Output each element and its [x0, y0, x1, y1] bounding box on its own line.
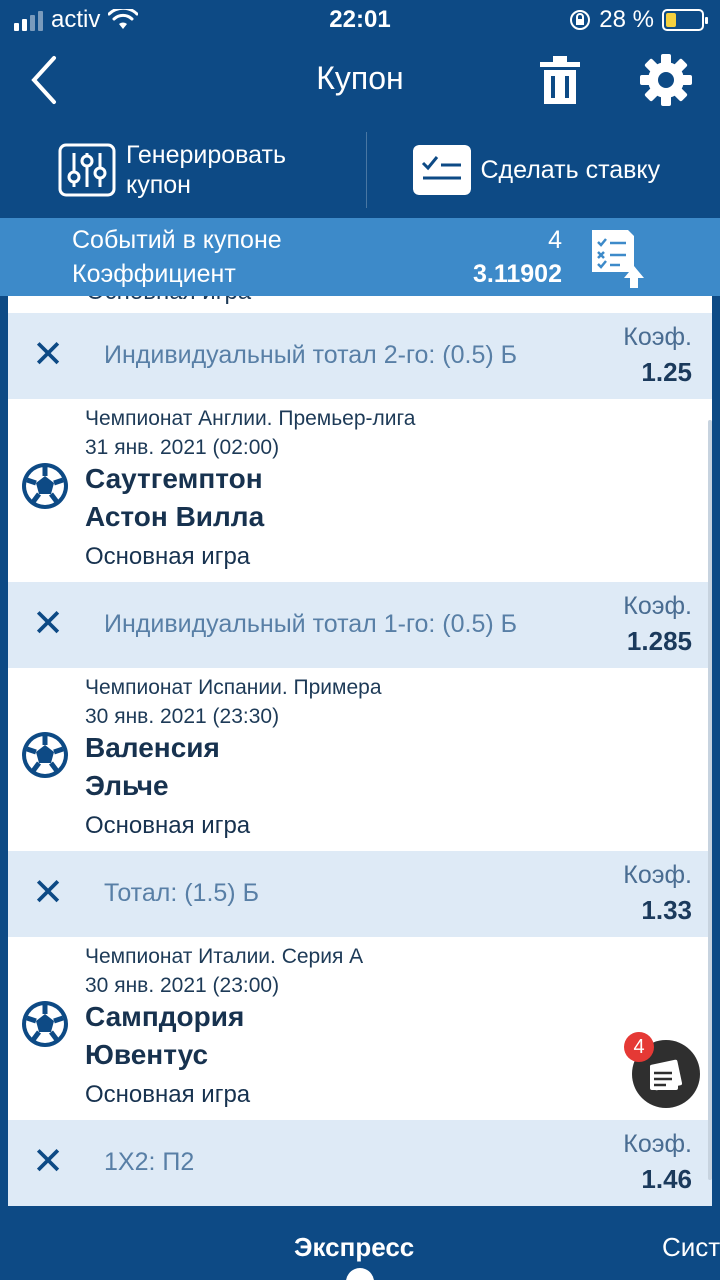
make-bet-button[interactable]: Сделать ставку: [365, 132, 720, 208]
bet-row: ✕ 1X2: П2 Коэф. 1.46: [8, 1120, 712, 1206]
match-row[interactable]: Чемпионат Италии. Серия А 30 янв. 2021 (…: [8, 937, 712, 1119]
bet-market: Тотал: (1.5) Б: [104, 879, 259, 907]
bet-row: ✕ Индивидуальный тотал 1-го: (0.5) Б Коэ…: [8, 582, 712, 668]
match-game-type: Основная игра: [85, 812, 251, 839]
coef-row: Коэффициент 3.11902: [72, 260, 562, 289]
match-game-type: Основная игра: [86, 296, 251, 306]
match-league: Чемпионат Испании. Примера: [85, 676, 382, 699]
bet-coef: 1.33: [641, 895, 692, 925]
bet-slip-icon: [412, 145, 471, 195]
match-game-type: Основная игра: [85, 543, 251, 570]
bet-coef-label: Коэф.: [623, 1130, 692, 1158]
events-count: 4: [548, 226, 562, 254]
bet-market: Индивидуальный тотал 2-го: (0.5) Б: [104, 341, 518, 369]
remove-bet-icon[interactable]: ✕: [30, 873, 66, 913]
make-bet-label: Сделать ставку: [480, 156, 661, 184]
match-game-type: Основная игра: [85, 1081, 251, 1108]
header: Купон: [0, 40, 720, 122]
tab-express[interactable]: Экспресс: [294, 1232, 414, 1263]
match-team-away: Ювентус: [85, 1039, 209, 1070]
match-date: 31 янв. 2021 (02:00): [85, 436, 280, 459]
coupon-list: Основная игра ✕ Индивидуальный тотал 2-г…: [8, 296, 712, 1206]
bet-coef-label: Коэф.: [623, 861, 692, 889]
bet-market: 1X2: П2: [104, 1148, 195, 1176]
bet-coef: 1.25: [641, 357, 692, 387]
remove-bet-icon[interactable]: ✕: [30, 604, 66, 644]
match-league: Чемпионат Англии. Премьер-лига: [85, 407, 416, 430]
match-team-home: Сампдория: [85, 1001, 245, 1032]
battery-percent: 28 %: [599, 6, 654, 33]
remove-bet-icon[interactable]: ✕: [30, 1142, 66, 1182]
generate-coupon-button[interactable]: Генерировать купон: [0, 122, 366, 218]
sliders-icon: [58, 143, 116, 197]
match-row[interactable]: Чемпионат Испании. Примера 30 янв. 2021 …: [8, 668, 712, 850]
status-bar: activ 22:01 28 %: [0, 0, 720, 40]
remove-bet-icon[interactable]: ✕: [30, 335, 66, 375]
match-team-away: Эльче: [85, 770, 169, 801]
coef-label: Коэффициент: [72, 260, 236, 288]
coupon-summary: Событий в купоне 4 Коэффициент 3.11902: [0, 218, 720, 296]
trash-icon[interactable]: [536, 54, 584, 106]
battery-icon: [662, 9, 708, 31]
tab-system[interactable]: Сист: [662, 1232, 720, 1263]
soccer-ball-icon: [22, 463, 68, 509]
events-label: Событий в купоне: [72, 226, 282, 254]
bet-coef: 1.285: [626, 626, 692, 656]
match-date: 30 янв. 2021 (23:30): [85, 705, 280, 728]
bet-coef: 1.46: [641, 1164, 692, 1194]
bet-coef-label: Коэф.: [623, 592, 692, 620]
total-coef: 3.11902: [473, 260, 562, 288]
orientation-lock-icon: [570, 10, 591, 30]
coupon-count-badge: 4: [624, 1032, 654, 1062]
active-tab-indicator: [346, 1268, 374, 1280]
floating-coupon-button[interactable]: 4: [624, 1032, 700, 1108]
match-date: 30 янв. 2021 (23:00): [85, 974, 280, 997]
gear-icon[interactable]: [640, 54, 692, 106]
page-title: Купон: [316, 60, 404, 96]
match-row[interactable]: Чемпионат Англии. Премьер-лига 31 янв. 2…: [8, 399, 712, 581]
match-league: Чемпионат Италии. Серия А: [85, 945, 364, 968]
bet-row: ✕ Индивидуальный тотал 2-го: (0.5) Б Коэ…: [8, 313, 712, 399]
scrollbar[interactable]: [708, 420, 712, 1180]
soccer-ball-icon: [22, 1001, 68, 1047]
bet-coef-label: Коэф.: [623, 323, 692, 351]
bet-row: ✕ Тотал: (1.5) Б Коэф. 1.33: [8, 851, 712, 937]
status-right: 28 %: [569, 6, 708, 34]
match-team-away: Астон Вилла: [85, 501, 265, 532]
upload-coupon-icon[interactable]: [588, 228, 650, 290]
generate-coupon-label: Генерировать купон: [126, 141, 286, 199]
match-team-home: Саутгемптон: [85, 463, 263, 494]
bottom-tabs: Экспресс Сист: [0, 1208, 720, 1280]
bet-market: Индивидуальный тотал 1-го: (0.5) Б: [104, 610, 518, 638]
soccer-ball-icon: [22, 732, 68, 778]
match-team-home: Валенсия: [85, 732, 220, 763]
events-row: Событий в купоне 4: [72, 226, 562, 255]
action-bar: Генерировать купон Сделать ставку: [0, 122, 720, 218]
